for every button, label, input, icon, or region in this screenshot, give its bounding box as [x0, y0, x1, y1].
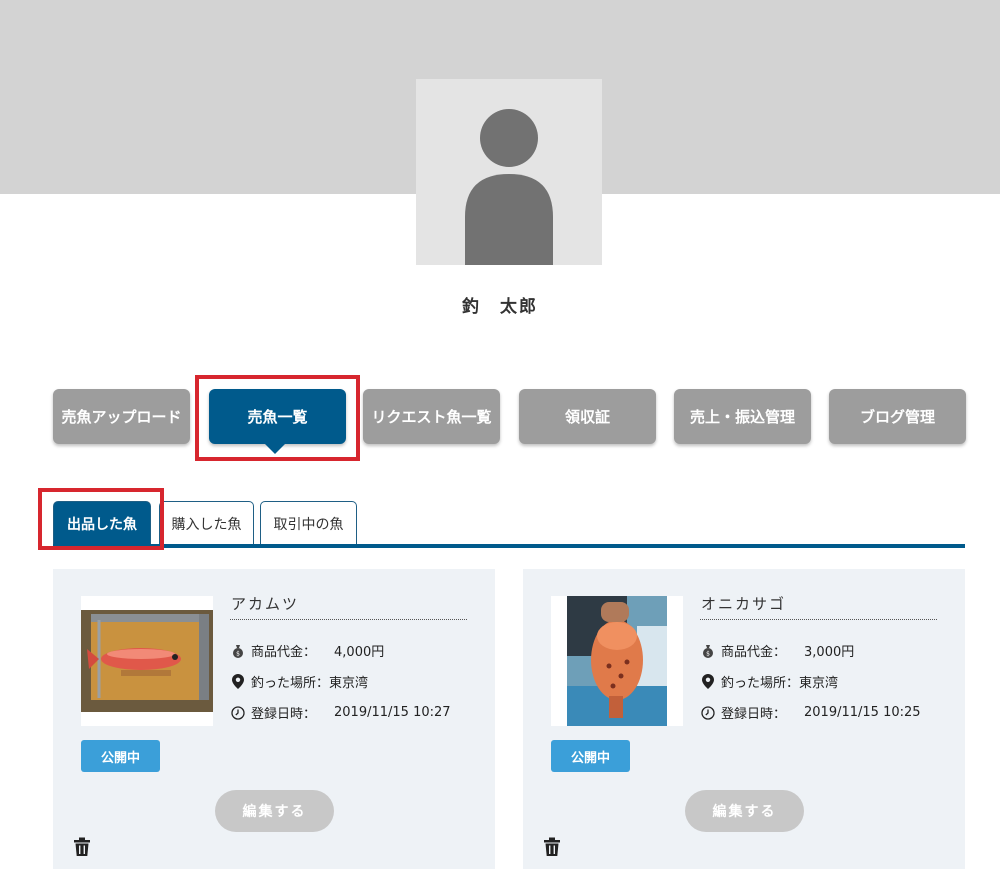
date-row: 登録日時： 2019/11/15 10:25: [701, 703, 921, 722]
date-label: 登録日時：: [721, 707, 787, 722]
menu-upload-button[interactable]: 売魚アップロード: [53, 389, 190, 444]
place-label: 釣った場所：: [721, 676, 800, 691]
svg-text:$: $: [706, 650, 710, 657]
clock-icon: [701, 705, 715, 720]
status-badge: 公開中: [81, 740, 160, 772]
menu-sales-button[interactable]: 売上・振込管理: [674, 389, 811, 444]
price-row: $ 商品代金： 3,000円: [701, 641, 854, 660]
date-label: 登録日時：: [251, 707, 317, 722]
money-bag-icon: $: [231, 644, 245, 658]
price-value: 4,000円: [334, 645, 385, 660]
map-pin-icon: [231, 674, 245, 689]
clock-icon: [231, 705, 245, 720]
menu-request-button[interactable]: リクエスト魚一覧: [363, 389, 500, 444]
price-value: 3,000円: [804, 645, 855, 660]
tab-underline: [53, 544, 965, 548]
place-value: 東京湾: [329, 676, 369, 691]
user-silhouette-icon: [465, 109, 553, 265]
highlight-box-tab: [38, 488, 164, 550]
fish-name: オニカサゴ: [701, 595, 787, 613]
name-divider: [700, 619, 937, 620]
tab-in-progress-fish[interactable]: 取引中の魚: [260, 501, 357, 546]
menu-blog-button[interactable]: ブログ管理: [829, 389, 966, 444]
fish-photo[interactable]: [551, 596, 683, 726]
tab-purchased-fish[interactable]: 購入した魚: [159, 501, 254, 546]
fish-name: アカムツ: [231, 595, 300, 613]
place-row: 釣った場所： 東京湾: [231, 672, 368, 691]
date-row: 登録日時： 2019/11/15 10:27: [231, 703, 451, 722]
place-row: 釣った場所： 東京湾: [701, 672, 838, 691]
map-pin-icon: [701, 674, 715, 689]
date-value: 2019/11/15 10:25: [804, 705, 921, 720]
name-divider: [230, 619, 467, 620]
menu-receipt-button[interactable]: 領収証: [519, 389, 656, 444]
place-value: 東京湾: [799, 676, 839, 691]
listing-card: オニカサゴ $ 商品代金： 3,000円 釣った場所： 東京湾 登録日時： 20…: [523, 569, 965, 869]
avatar: [416, 79, 602, 265]
date-value: 2019/11/15 10:27: [334, 705, 451, 720]
highlight-box-menu: [195, 375, 360, 461]
price-label: 商品代金：: [721, 645, 787, 660]
fish-photo[interactable]: [81, 596, 213, 726]
place-label: 釣った場所：: [251, 676, 330, 691]
user-name: 釣 太郎: [462, 297, 538, 317]
money-bag-icon: $: [701, 644, 715, 658]
edit-button[interactable]: 編集する: [215, 790, 334, 832]
status-badge: 公開中: [551, 740, 630, 772]
trash-icon[interactable]: [543, 837, 561, 857]
price-row: $ 商品代金： 4,000円: [231, 641, 384, 660]
svg-text:$: $: [236, 650, 240, 657]
listing-card: アカムツ $ 商品代金： 4,000円 釣った場所： 東京湾 登録日時： 201…: [53, 569, 495, 869]
trash-icon[interactable]: [73, 837, 91, 857]
edit-button[interactable]: 編集する: [685, 790, 804, 832]
price-label: 商品代金：: [251, 645, 317, 660]
